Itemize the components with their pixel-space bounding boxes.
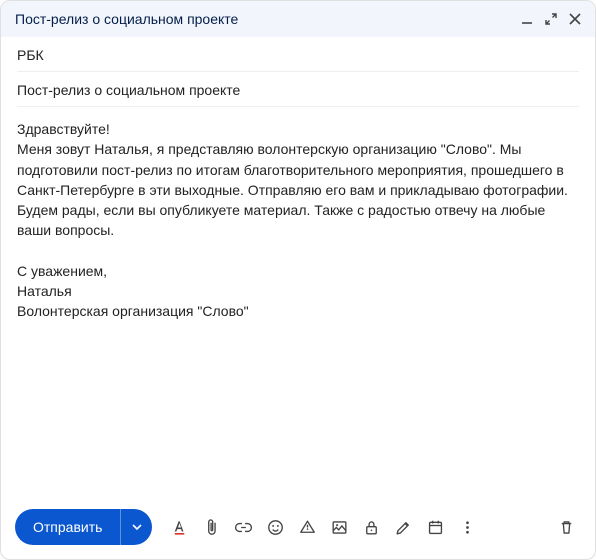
expand-icon[interactable] bbox=[545, 13, 557, 25]
drive-icon[interactable] bbox=[292, 512, 322, 542]
compose-title: Пост-релиз о социальном проекте bbox=[15, 11, 521, 27]
send-button-group: Отправить bbox=[15, 509, 152, 545]
body-greeting: Здравствуйте! bbox=[17, 119, 579, 139]
compose-toolbar: Отправить bbox=[1, 497, 595, 559]
image-icon[interactable] bbox=[324, 512, 354, 542]
minimize-icon[interactable] bbox=[521, 13, 533, 25]
signature-line: Наталья bbox=[17, 281, 579, 301]
message-body[interactable]: Здравствуйте! Меня зовут Наталья, я пред… bbox=[1, 107, 595, 497]
attachment-icon[interactable] bbox=[196, 512, 226, 542]
window-controls bbox=[521, 13, 581, 25]
trash-icon[interactable] bbox=[551, 512, 581, 542]
subject-field[interactable]: Пост-релиз о социальном проекте bbox=[17, 72, 579, 107]
compose-header: Пост-релиз о социальном проекте bbox=[1, 1, 595, 37]
body-line: Будем рады, если вы опубликуете материал… bbox=[17, 200, 579, 241]
lock-clock-icon[interactable] bbox=[356, 512, 386, 542]
link-icon[interactable] bbox=[228, 512, 258, 542]
calendar-icon[interactable] bbox=[420, 512, 450, 542]
compose-fields: РБК Пост-релиз о социальном проекте bbox=[1, 37, 595, 107]
send-button[interactable]: Отправить bbox=[15, 509, 120, 545]
signature-line: Волонтерская организация "Слово" bbox=[17, 301, 579, 321]
signature-line: С уважением, bbox=[17, 261, 579, 281]
formatting-tools bbox=[164, 512, 482, 542]
emoji-icon[interactable] bbox=[260, 512, 290, 542]
compose-window: Пост-релиз о социальном проекте РБК Пост… bbox=[0, 0, 596, 560]
to-field[interactable]: РБК bbox=[17, 37, 579, 72]
send-options-button[interactable] bbox=[120, 509, 152, 545]
more-icon[interactable] bbox=[452, 512, 482, 542]
body-line: Меня зовут Наталья, я представляю волонт… bbox=[17, 139, 579, 200]
format-text-icon[interactable] bbox=[164, 512, 194, 542]
close-icon[interactable] bbox=[569, 13, 581, 25]
pen-icon[interactable] bbox=[388, 512, 418, 542]
